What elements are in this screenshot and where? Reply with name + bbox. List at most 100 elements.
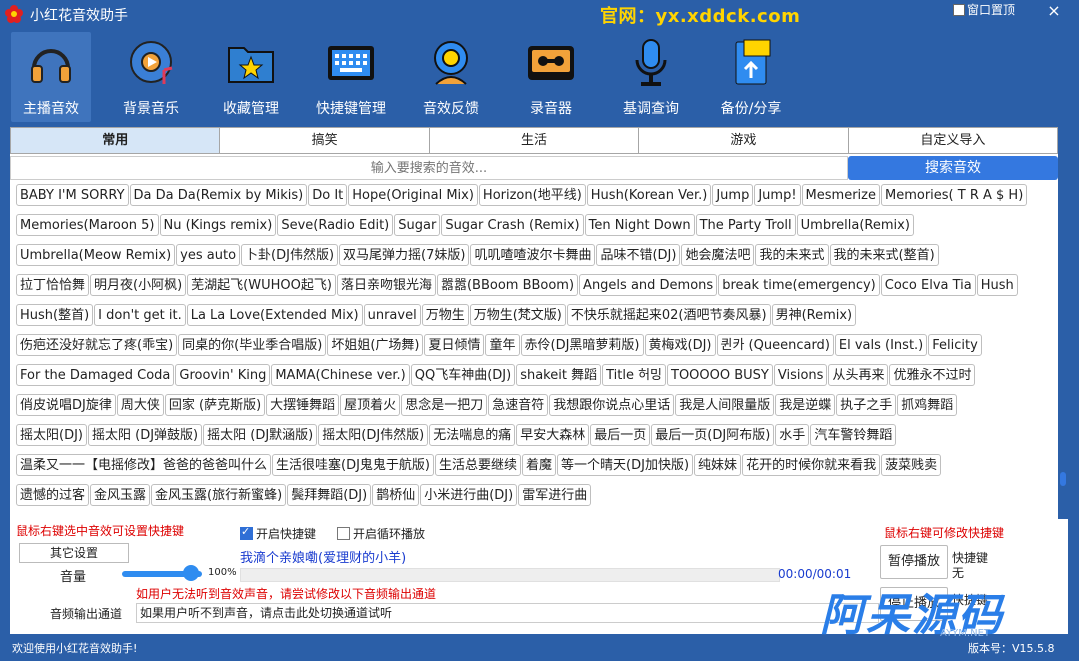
sound-button[interactable]: Jump! bbox=[754, 184, 801, 206]
sound-button[interactable]: 鬓拜舞蹈(DJ) bbox=[287, 484, 372, 506]
sound-button[interactable]: 温柔又一一【电摇修改】爸爸的爸爸叫什么 bbox=[16, 454, 272, 476]
tool-host-sounds[interactable]: 主播音效 bbox=[11, 32, 91, 122]
enable-hotkey-toggle[interactable]: 开启快捷键 bbox=[240, 525, 316, 542]
search-input[interactable] bbox=[10, 156, 848, 180]
sound-button[interactable]: 急速音符 bbox=[488, 394, 549, 416]
sound-button[interactable]: 我是人间限量版 bbox=[675, 394, 775, 416]
sound-button[interactable]: 无法喘息的痛 bbox=[429, 424, 516, 446]
tool-favorites[interactable]: 收藏管理 bbox=[211, 32, 291, 122]
sound-button[interactable]: 最后一页(DJ阿布版) bbox=[651, 424, 775, 446]
pause-button[interactable]: 暂停播放 bbox=[880, 545, 948, 579]
sound-button[interactable]: TOOOOO BUSY bbox=[667, 364, 773, 386]
window-pin-toggle[interactable]: 窗口置顶 bbox=[953, 1, 1015, 18]
sound-button[interactable]: Hope(Original Mix) bbox=[348, 184, 478, 206]
sound-button[interactable]: The Party Troll bbox=[695, 214, 796, 236]
sound-button[interactable]: Jump bbox=[712, 184, 754, 206]
sound-button[interactable]: 明月夜(小阿枫) bbox=[90, 274, 187, 296]
sound-button[interactable]: QQ飞车神曲(DJ) bbox=[410, 364, 516, 386]
sound-button[interactable]: 我是逆蝶 bbox=[775, 394, 836, 416]
sound-button[interactable]: 叽叽喳喳波尔卡舞曲 bbox=[470, 244, 596, 266]
sound-button[interactable]: 她会魔法吧 bbox=[681, 244, 755, 266]
playback-progress[interactable] bbox=[240, 568, 780, 582]
sound-button[interactable]: 鹊桥仙 bbox=[372, 484, 420, 506]
sound-button[interactable]: Memories( T R A $ H) bbox=[880, 184, 1028, 206]
sound-button[interactable]: 早安大森林 bbox=[516, 424, 590, 446]
scrollbar-thumb[interactable] bbox=[1060, 472, 1066, 486]
sound-button[interactable]: break time(emergency) bbox=[718, 274, 880, 296]
sound-button[interactable]: 抓鸡舞蹈 bbox=[897, 394, 958, 416]
scrollbar[interactable] bbox=[1058, 180, 1068, 500]
sound-button[interactable]: 男神(Remix) bbox=[771, 304, 857, 326]
sound-button[interactable]: 着魔 bbox=[522, 454, 557, 476]
sound-button[interactable]: 雷军进行曲 bbox=[518, 484, 592, 506]
sound-button[interactable]: 퀸카 (Queencard) bbox=[716, 334, 834, 356]
sound-button[interactable]: 我想跟你说点心里话 bbox=[549, 394, 675, 416]
sound-button[interactable]: Umbrella(Remix) bbox=[796, 214, 914, 236]
sound-button[interactable]: Angels and Demons bbox=[579, 274, 718, 296]
sound-button[interactable]: 卜卦(DJ伟然版) bbox=[241, 244, 339, 266]
tool-key-query[interactable]: 基调查询 bbox=[611, 32, 691, 122]
sound-button[interactable]: 纯妹妹 bbox=[694, 454, 742, 476]
sound-button[interactable]: 摇太阳 (DJ弹鼓版) bbox=[88, 424, 203, 446]
tool-recorder[interactable]: 录音器 bbox=[511, 32, 591, 122]
sound-button[interactable]: La La Love(Extended Mix) bbox=[186, 304, 363, 326]
sound-button[interactable]: 俏皮说唱DJ旋律 bbox=[16, 394, 116, 416]
sound-button[interactable]: MAMA(Chinese ver.) bbox=[271, 364, 410, 386]
sound-button[interactable]: 最后一页 bbox=[590, 424, 651, 446]
sound-button[interactable]: unravel bbox=[363, 304, 421, 326]
sound-button[interactable]: Umbrella(Meow Remix) bbox=[16, 244, 176, 266]
sound-button[interactable]: 小米进行曲(DJ) bbox=[420, 484, 518, 506]
tool-sound-feedback[interactable]: 音效反馈 bbox=[411, 32, 491, 122]
sound-button[interactable]: 夏日倾情 bbox=[424, 334, 485, 356]
sound-button[interactable]: 等一个晴天(DJ加快版) bbox=[557, 454, 694, 476]
sound-button[interactable]: 花开的时候你就来看我 bbox=[742, 454, 881, 476]
sound-button[interactable]: 周大侠 bbox=[116, 394, 164, 416]
sound-button[interactable]: Sugar bbox=[394, 214, 441, 236]
sound-button[interactable]: shakeit 舞蹈 bbox=[516, 364, 602, 386]
sound-button[interactable]: 从头再来 bbox=[828, 364, 889, 386]
close-button[interactable]: × bbox=[1040, 0, 1068, 22]
sound-button[interactable]: Coco Elva Tia bbox=[880, 274, 976, 296]
other-settings-button[interactable]: 其它设置 bbox=[19, 543, 129, 563]
tool-backup-share[interactable]: 备份/分享 bbox=[711, 32, 791, 122]
sound-button[interactable]: 思念是一把刀 bbox=[401, 394, 488, 416]
sound-button[interactable]: 屋顶着火 bbox=[340, 394, 401, 416]
sound-button[interactable]: Seve(Radio Edit) bbox=[277, 214, 394, 236]
sound-button[interactable]: 伤疤还没好就忘了疼(乖宝) bbox=[16, 334, 178, 356]
sound-button[interactable]: Hush bbox=[976, 274, 1018, 296]
sound-button[interactable]: I don't get it. bbox=[94, 304, 186, 326]
sound-button[interactable]: Nu (Kings remix) bbox=[159, 214, 277, 236]
sound-button[interactable]: Hush(Korean Ver.) bbox=[586, 184, 712, 206]
sound-button[interactable]: 嚣嚣(BBoom BBoom) bbox=[436, 274, 579, 296]
sound-button[interactable]: 菠菜贱卖 bbox=[881, 454, 942, 476]
sound-button[interactable]: 摇太阳(DJ伟然版) bbox=[318, 424, 429, 446]
sound-button[interactable]: El vals (Inst.) bbox=[834, 334, 928, 356]
output-channel-select[interactable]: 如果用户听不到声音，请点击此处切换通道试听 bbox=[136, 603, 879, 623]
sound-button[interactable]: For the Damaged Coda bbox=[16, 364, 175, 386]
sound-button[interactable]: Hush(整首) bbox=[16, 304, 94, 326]
sound-button[interactable]: 万物生 bbox=[421, 304, 469, 326]
sound-button[interactable]: 生活总要继续 bbox=[435, 454, 522, 476]
sound-button[interactable]: 不快乐就摇起来02(酒吧节奏风暴) bbox=[566, 304, 771, 326]
sound-button[interactable]: Groovin' King bbox=[175, 364, 271, 386]
sound-button[interactable]: 摇太阳(DJ) bbox=[16, 424, 87, 446]
tab-games[interactable]: 游戏 bbox=[638, 127, 848, 154]
tab-funny[interactable]: 搞笑 bbox=[219, 127, 429, 154]
volume-slider-handle[interactable] bbox=[183, 565, 199, 581]
sound-button[interactable]: 我的未来式(整首) bbox=[829, 244, 939, 266]
sound-button[interactable]: Horizon(地平线) bbox=[478, 184, 586, 206]
sound-button[interactable]: 坏姐姐(广场舞) bbox=[327, 334, 424, 356]
sound-button[interactable]: BABY I'M SORRY bbox=[16, 184, 129, 206]
sound-button[interactable]: 双马尾弹力摇(7妹版) bbox=[339, 244, 470, 266]
tool-hotkey-manager[interactable]: 快捷键管理 bbox=[311, 32, 391, 122]
sound-button[interactable]: 芜湖起飞(WUHOO起飞) bbox=[187, 274, 336, 296]
loop-play-checkbox[interactable] bbox=[337, 527, 350, 540]
sound-button[interactable]: 万物生(梵文版) bbox=[469, 304, 566, 326]
sound-button[interactable]: 金风玉露 bbox=[90, 484, 151, 506]
sound-button[interactable]: Mesmerize bbox=[801, 184, 880, 206]
loop-play-toggle[interactable]: 开启循环播放 bbox=[337, 525, 425, 542]
sound-button[interactable]: 落日亲吻银光海 bbox=[336, 274, 436, 296]
sound-button[interactable]: 优雅永不过时 bbox=[889, 364, 976, 386]
tab-custom-import[interactable]: 自定义导入 bbox=[847, 127, 1059, 154]
sound-button[interactable]: 拉丁恰恰舞 bbox=[16, 274, 90, 296]
